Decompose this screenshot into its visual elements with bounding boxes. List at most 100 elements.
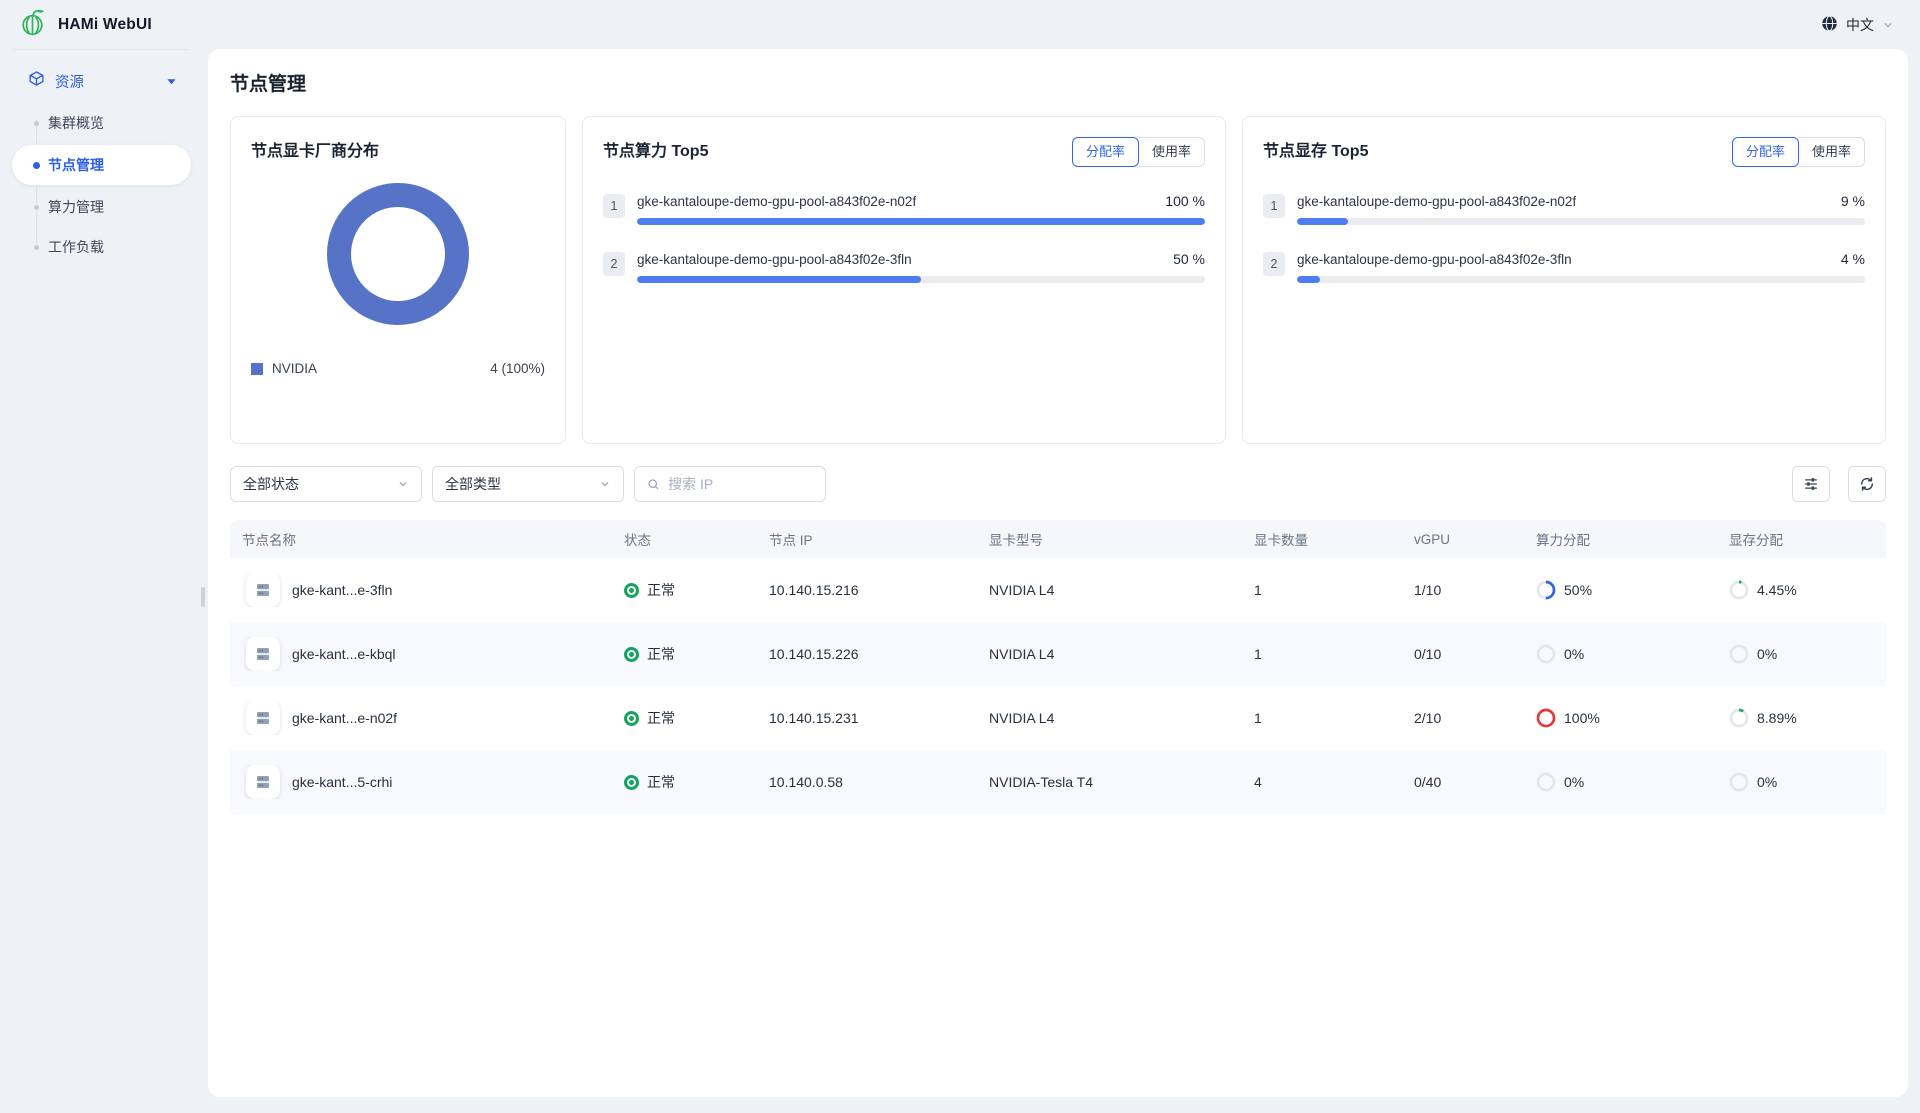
status-ok-icon <box>624 775 639 790</box>
brand: HAMi WebUI <box>20 8 152 42</box>
compute-allocation-cell: 0% <box>1524 772 1717 792</box>
status-filter-value: 全部状态 <box>243 474 299 494</box>
node-ip: 10.140.15.231 <box>757 710 977 726</box>
top5-item: 1 gke-kantaloupe-demo-gpu-pool-a843f02e-… <box>603 193 1205 225</box>
donut-ring <box>339 195 457 313</box>
node-icon-box <box>246 573 280 607</box>
compute-top5-list: 1 gke-kantaloupe-demo-gpu-pool-a843f02e-… <box>603 193 1205 283</box>
memory-top5-list: 1 gke-kantaloupe-demo-gpu-pool-a843f02e-… <box>1263 193 1865 283</box>
rank-badge: 1 <box>603 194 625 218</box>
allocation-rate-button[interactable]: 分配率 <box>1732 137 1799 167</box>
ring-gauge-icon <box>1729 580 1749 600</box>
top5-node-name: gke-kantaloupe-demo-gpu-pool-a843f02e-n0… <box>1297 194 1576 209</box>
status-ok-icon <box>624 647 639 662</box>
table-row[interactable]: gke-kant...e-n02f 正常 10.140.15.231 NVIDI… <box>230 686 1886 750</box>
vgpu-value: 0/10 <box>1402 646 1524 662</box>
sidebar: 资源 集群概览 节点管理 算力管理 工作负载 <box>0 49 205 1113</box>
table-row[interactable]: gke-kant...e-kbql 正常 10.140.15.226 NVIDI… <box>230 622 1886 686</box>
gpu-count: 4 <box>1242 774 1402 790</box>
memory-allocation-cell: 4.45% <box>1717 580 1886 600</box>
refresh-button[interactable] <box>1848 466 1886 502</box>
sidebar-item-cluster-overview[interactable]: 集群概览 <box>0 103 205 143</box>
table-settings-button[interactable] <box>1792 466 1830 502</box>
sidebar-item-label: 算力管理 <box>48 197 104 217</box>
col-header-memory-allocation: 显存分配 <box>1717 529 1886 549</box>
progress-track <box>637 218 1205 225</box>
caret-down-icon <box>166 76 177 87</box>
usage-rate-button[interactable]: 使用率 <box>1799 137 1865 167</box>
compute-allocation-value: 50% <box>1564 582 1592 598</box>
col-header-node-ip: 节点 IP <box>757 529 977 549</box>
col-header-node-name: 节点名称 <box>230 529 612 549</box>
gpu-model: NVIDIA L4 <box>977 582 1242 598</box>
rank-badge: 2 <box>603 252 625 276</box>
gpu-count: 1 <box>1242 646 1402 662</box>
compute-allocation-value: 0% <box>1564 774 1584 790</box>
page-title: 节点管理 <box>230 69 1886 96</box>
top5-node-name: gke-kantaloupe-demo-gpu-pool-a843f02e-3f… <box>637 252 912 267</box>
top5-node-name: gke-kantaloupe-demo-gpu-pool-a843f02e-3f… <box>1297 252 1572 267</box>
language-selector[interactable]: 中文 <box>1821 15 1894 35</box>
nodes-table: 节点名称 状态 节点 IP 显卡型号 显卡数量 vGPU 算力分配 显存分配 g… <box>230 520 1886 814</box>
ring-gauge-icon <box>1536 772 1556 792</box>
progress-track <box>637 276 1205 283</box>
status-ok-icon <box>624 711 639 726</box>
status-cell: 正常 <box>612 580 757 600</box>
status-cell: 正常 <box>612 708 757 728</box>
chevron-down-icon <box>599 478 611 490</box>
app-logo-icon <box>20 8 47 42</box>
rank-badge: 1 <box>1263 194 1285 218</box>
legend-color-swatch <box>251 363 263 375</box>
compute-allocation-cell: 50% <box>1524 580 1717 600</box>
card-title: 节点显卡厂商分布 <box>251 137 379 161</box>
cube-icon <box>28 70 45 92</box>
ip-search-input[interactable] <box>668 476 813 492</box>
node-name: gke-kant...e-n02f <box>292 710 397 726</box>
tree-dot-icon <box>33 162 40 169</box>
table-row[interactable]: gke-kant...e-3fln 正常 10.140.15.216 NVIDI… <box>230 558 1886 622</box>
sidebar-item-node-management[interactable]: 节点管理 <box>12 145 191 185</box>
top5-item: 1 gke-kantaloupe-demo-gpu-pool-a843f02e-… <box>1263 193 1865 225</box>
table-row[interactable]: gke-kant...5-crhi 正常 10.140.0.58 NVIDIA-… <box>230 750 1886 814</box>
type-filter-select[interactable]: 全部类型 <box>432 466 624 502</box>
sidebar-item-compute-management[interactable]: 算力管理 <box>0 187 205 227</box>
memory-allocation-cell: 8.89% <box>1717 708 1886 728</box>
sidebar-section-resources[interactable]: 资源 <box>0 63 205 99</box>
compute-allocation-value: 0% <box>1564 646 1584 662</box>
search-icon <box>647 477 660 492</box>
node-ip: 10.140.15.216 <box>757 582 977 598</box>
usage-rate-button[interactable]: 使用率 <box>1139 137 1205 167</box>
app-title: HAMi WebUI <box>58 16 152 34</box>
top-bar: HAMi WebUI 中文 <box>0 0 1920 49</box>
top5-percent-value: 4 % <box>1841 251 1865 267</box>
ring-gauge-icon <box>1729 772 1749 792</box>
allocation-rate-button[interactable]: 分配率 <box>1072 137 1139 167</box>
memory-allocation-cell: 0% <box>1717 772 1886 792</box>
status-cell: 正常 <box>612 772 757 792</box>
memory-allocation-cell: 0% <box>1717 644 1886 664</box>
memory-rate-toggle: 分配率 使用率 <box>1732 137 1865 167</box>
sidebar-collapse-handle[interactable] <box>201 587 205 607</box>
progress-fill <box>1297 218 1348 225</box>
language-label: 中文 <box>1846 15 1874 35</box>
progress-track <box>1297 276 1865 283</box>
status-text: 正常 <box>647 644 675 664</box>
vendor-legend-row: NVIDIA 4 (100%) <box>251 361 545 376</box>
sidebar-item-label: 工作负载 <box>48 237 104 257</box>
col-header-vgpu: vGPU <box>1402 532 1524 547</box>
col-header-gpu-model: 显卡型号 <box>977 529 1242 549</box>
status-text: 正常 <box>647 580 675 600</box>
main-panel: 节点管理 节点显卡厂商分布 NVIDIA 4 (100%) 节点算力 Top5 <box>208 49 1908 1097</box>
card-memory-top5: 节点显存 Top5 分配率 使用率 1 gke-kantaloupe-demo-… <box>1242 116 1886 444</box>
table-settings-icon <box>1803 476 1819 492</box>
top5-percent-value: 50 % <box>1173 251 1205 267</box>
sidebar-item-workloads[interactable]: 工作负载 <box>0 227 205 267</box>
status-text: 正常 <box>647 708 675 728</box>
status-filter-select[interactable]: 全部状态 <box>230 466 422 502</box>
gpu-model: NVIDIA-Tesla T4 <box>977 774 1242 790</box>
globe-icon <box>1821 15 1838 35</box>
ring-gauge-icon <box>1729 708 1749 728</box>
top5-percent-value: 100 % <box>1165 193 1205 209</box>
col-header-gpu-count: 显卡数量 <box>1242 529 1402 549</box>
ring-gauge-icon <box>1536 708 1556 728</box>
